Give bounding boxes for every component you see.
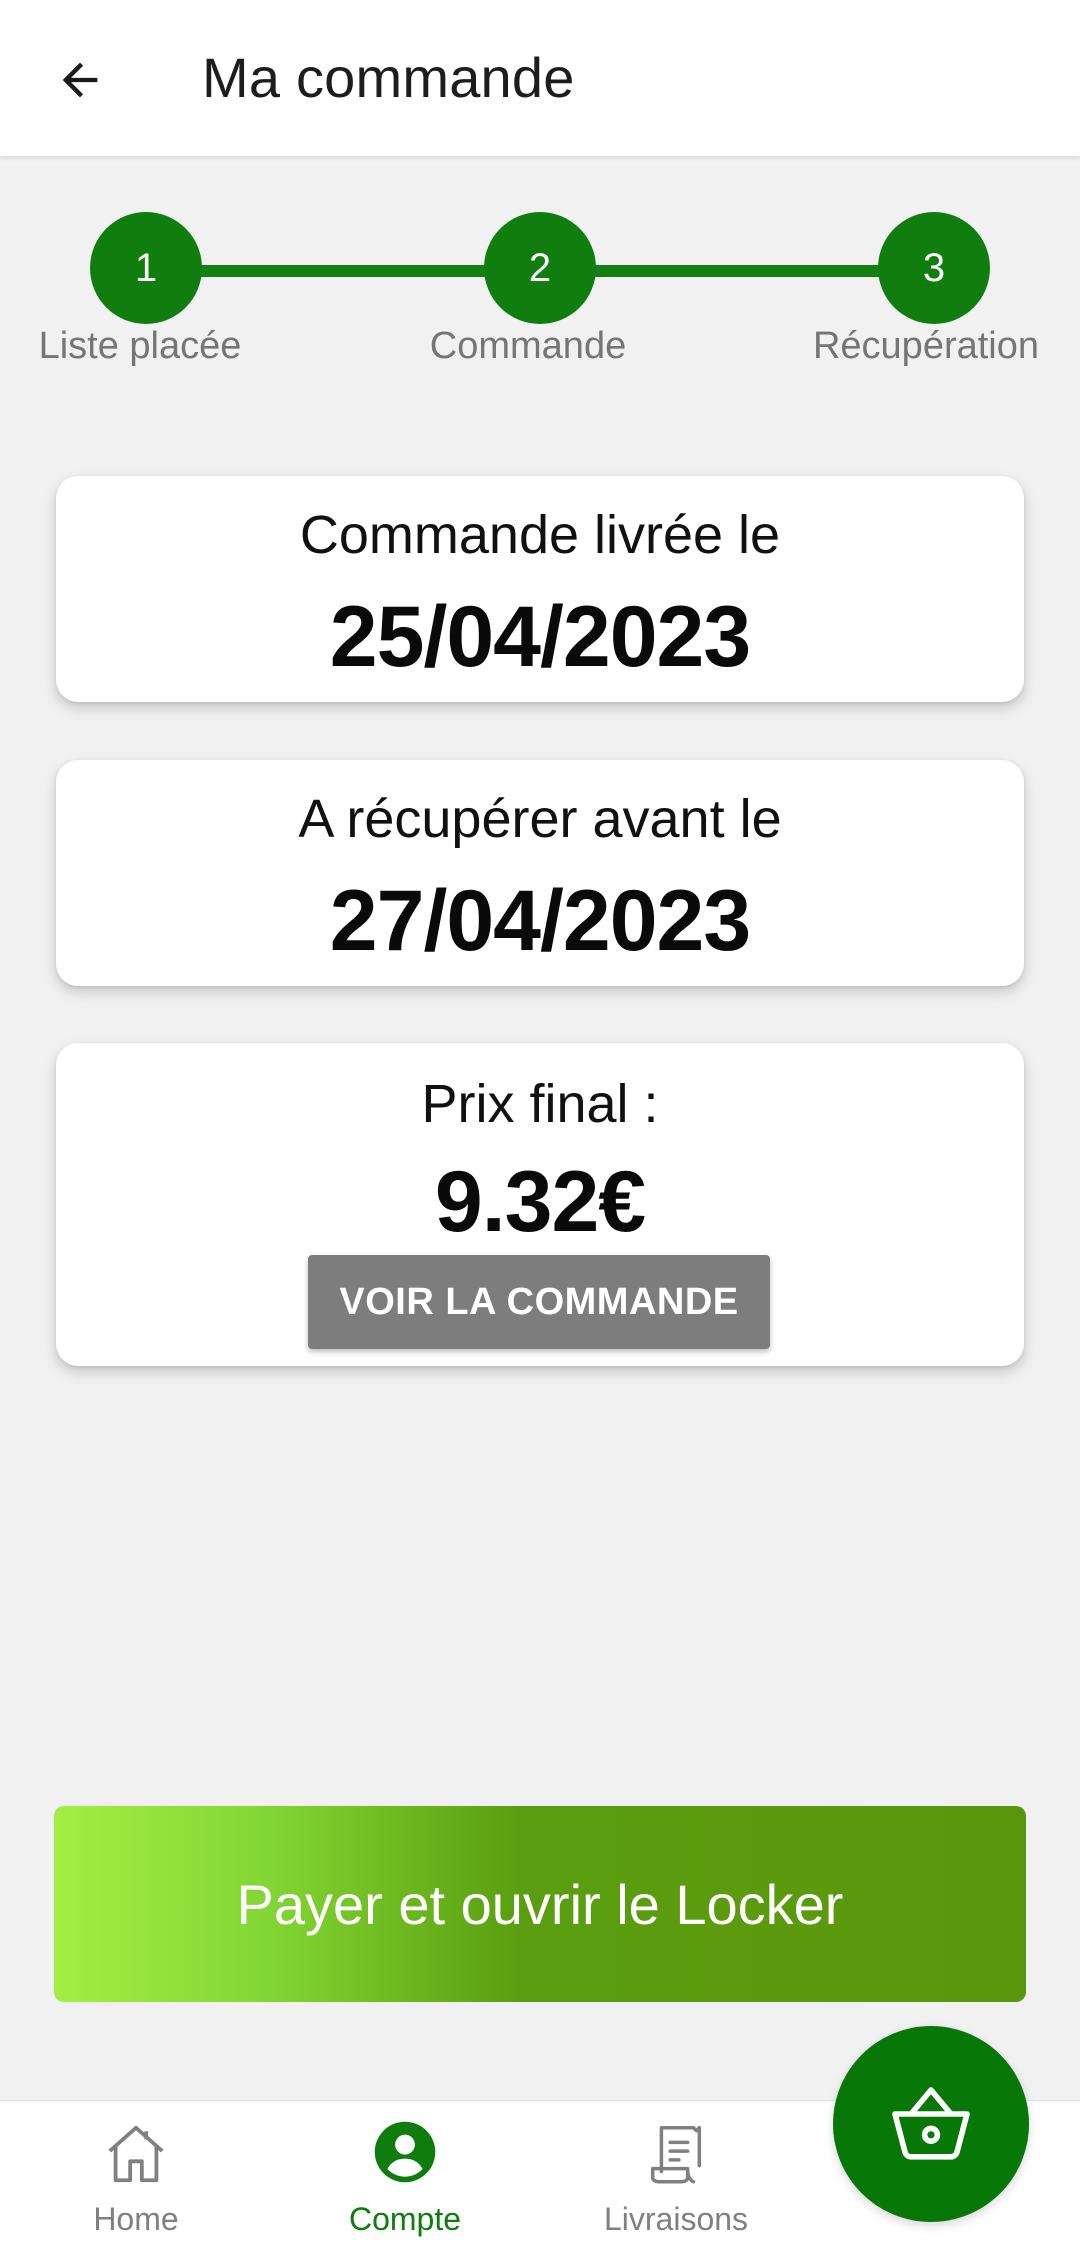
pickup-deadline-value: 27/04/2023 — [329, 873, 751, 969]
step-1-number: 1 — [134, 245, 158, 290]
delivery-date-card: Commande livrée le 25/04/2023 — [56, 476, 1024, 702]
final-price-card: Prix final : 9.32€ VOIR LA COMMANDE — [56, 1043, 1024, 1366]
step-1-circle: 1 — [90, 212, 202, 324]
nav-item-account[interactable]: Compte — [295, 2101, 515, 2242]
account-icon — [374, 2121, 436, 2183]
step-1-label: Liste placée — [38, 325, 242, 367]
pickup-deadline-title: A récupérer avant le — [298, 789, 782, 849]
final-price-value: 9.32€ — [434, 1154, 646, 1250]
step-3-circle: 3 — [878, 212, 990, 324]
delivery-date-value: 25/04/2023 — [329, 589, 751, 685]
pay-open-locker-button[interactable]: Payer et ouvrir le Locker — [54, 1806, 1026, 2002]
nav-item-home[interactable]: Home — [26, 2101, 246, 2242]
arrow-left-icon — [62, 62, 98, 98]
progress-stepper: 1 2 3 Liste placée Commande Récupération — [0, 210, 1080, 380]
basket-icon — [892, 2087, 970, 2160]
step-2-circle: 2 — [484, 212, 596, 324]
pickup-deadline-card: A récupérer avant le 27/04/2023 — [56, 760, 1024, 986]
nav-label-account: Compte — [348, 2201, 462, 2237]
step-2-number: 2 — [528, 245, 552, 290]
delivery-date-title: Commande livrée le — [299, 505, 781, 565]
nav-label-deliveries: Livraisons — [603, 2201, 749, 2237]
step-3-number: 3 — [922, 245, 946, 290]
step-connector — [595, 265, 885, 277]
receipt-icon — [650, 2126, 702, 2184]
nav-item-deliveries[interactable]: Livraisons — [566, 2101, 786, 2242]
cart-button[interactable] — [833, 2026, 1029, 2222]
final-price-title: Prix final : — [421, 1074, 659, 1134]
app-bar: Ma commande — [0, 0, 1080, 156]
nav-label-home: Home — [93, 2201, 179, 2237]
step-2-label: Commande — [429, 325, 627, 367]
step-connector — [200, 265, 490, 277]
back-button[interactable] — [40, 40, 120, 120]
step-3-label: Récupération — [812, 325, 1040, 367]
view-order-button[interactable]: VOIR LA COMMANDE — [308, 1255, 770, 1349]
page-title: Ma commande — [202, 46, 575, 109]
home-icon — [108, 2125, 164, 2183]
